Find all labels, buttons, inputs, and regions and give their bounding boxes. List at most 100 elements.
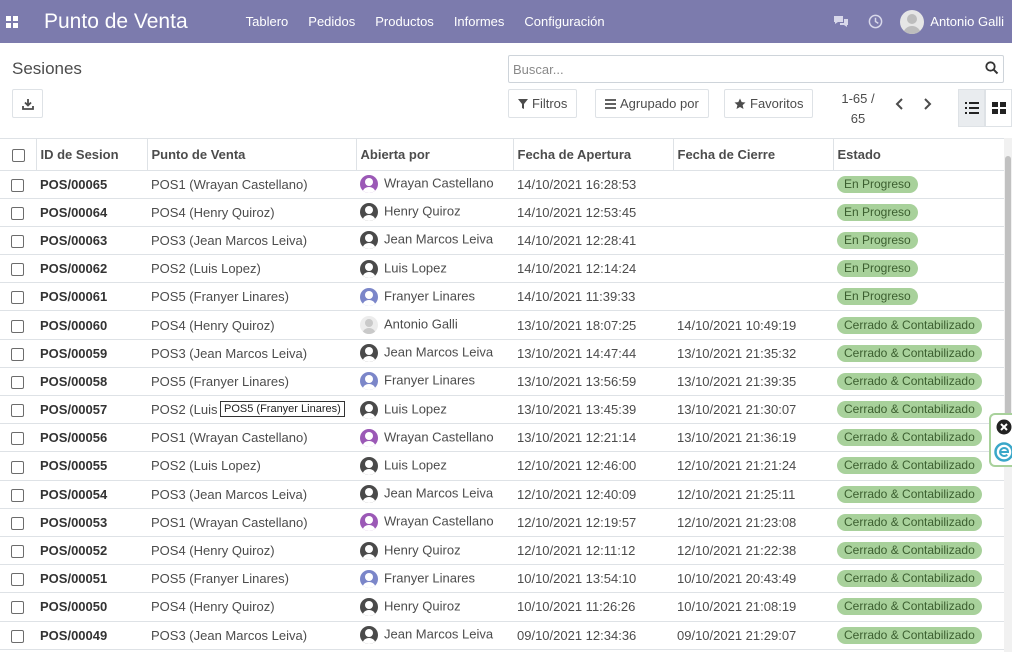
- opened-by-name: Franyer Linares: [384, 372, 476, 388]
- session-id: POS/00058: [36, 367, 147, 397]
- row-checkbox[interactable]: [11, 460, 24, 474]
- side-widget: [989, 413, 1012, 467]
- row-select-cell: [0, 226, 36, 256]
- column-header-pos[interactable]: Punto de Venta: [147, 139, 357, 171]
- point-of-sale: POS3 (Jean Marcos Leiva): [147, 339, 356, 368]
- menu-item-configuracion[interactable]: Configuración: [514, 0, 614, 43]
- row-checkbox[interactable]: [11, 404, 24, 418]
- table-row[interactable]: POS/00049 POS3 (Jean Marcos Leiva) Jean Ma…: [0, 621, 1004, 650]
- session-id: POS/00053: [36, 508, 147, 537]
- row-select-cell: [0, 536, 36, 566]
- close-date: [673, 170, 833, 199]
- row-checkbox[interactable]: [11, 347, 24, 361]
- row-select-cell: [0, 451, 36, 481]
- open-date: 13/10/2021 13:56:59: [513, 367, 673, 397]
- filters-label: Filtros: [532, 96, 568, 111]
- menu-item-tablero[interactable]: Tablero: [236, 0, 299, 43]
- row-checkbox[interactable]: [11, 601, 24, 615]
- row-checkbox[interactable]: [11, 375, 24, 389]
- table-row[interactable]: POS/00063 POS3 (Jean Marcos Leiva) Jean Ma…: [0, 226, 1004, 256]
- export-button[interactable]: [12, 89, 43, 118]
- table-row[interactable]: POS/00050 POS4 (Henry Quiroz) Henry Quiroz…: [0, 592, 1004, 622]
- open-date: 12/10/2021 12:40:09: [513, 480, 673, 509]
- apps-menu-icon[interactable]: [0, 0, 24, 43]
- row-checkbox[interactable]: [11, 263, 24, 277]
- filters-button[interactable]: Filtros: [508, 89, 578, 118]
- column-header-close-date[interactable]: Fecha de Cierre: [673, 139, 834, 171]
- group-by-label: Agrupado por: [620, 96, 699, 111]
- scrollbar-thumb[interactable]: [1005, 156, 1011, 426]
- clock-icon[interactable]: [858, 14, 892, 29]
- column-header-id[interactable]: ID de Sesion: [36, 139, 148, 171]
- pager-next-icon[interactable]: [922, 97, 932, 114]
- table-row[interactable]: POS/00065 POS1 (Wrayan Castellano) Wrayan …: [0, 170, 1004, 199]
- avatar: [360, 400, 378, 419]
- pager-range[interactable]: 1-65 /: [838, 89, 878, 109]
- star-icon: [734, 98, 746, 109]
- status-badge: En Progreso: [837, 288, 918, 306]
- favorites-button[interactable]: Favoritos: [724, 89, 814, 118]
- table-row[interactable]: POS/00064 POS4 (Henry Quiroz) Henry Quiroz…: [0, 198, 1004, 227]
- row-select-cell: [0, 198, 36, 227]
- row-checkbox[interactable]: [11, 488, 24, 502]
- point-of-sale: POS1 (Wrayan Castellano): [147, 423, 356, 453]
- table-row[interactable]: POS/00056 POS1 (Wrayan Castellano) Wrayan …: [0, 423, 1004, 453]
- kanban-view-button[interactable]: [985, 89, 1012, 127]
- row-checkbox[interactable]: [11, 629, 24, 643]
- table-row[interactable]: POS/00053 POS1 (Wrayan Castellano) Wrayan …: [0, 508, 1004, 537]
- search-input[interactable]: [513, 56, 973, 82]
- row-checkbox[interactable]: [11, 291, 24, 305]
- opened-by-name: Luis Lopez: [384, 457, 447, 473]
- row-checkbox[interactable]: [11, 178, 24, 192]
- column-header-state[interactable]: Estado: [833, 139, 1004, 171]
- point-of-sale: POS5 (Franyer Linares): [147, 282, 356, 312]
- row-checkbox[interactable]: [11, 319, 24, 333]
- row-checkbox[interactable]: [11, 545, 24, 559]
- open-date: 13/10/2021 18:07:25: [513, 310, 673, 340]
- table-row[interactable]: POS/00059 POS3 (Jean Marcos Leiva) Jean Ma…: [0, 339, 1004, 368]
- point-of-sale: POS1 (Wrayan Castellano): [147, 170, 356, 199]
- opened-by-name: Jean Marcos Leiva: [384, 626, 494, 642]
- table-scrollbar[interactable]: [1004, 138, 1012, 652]
- table-header-row: ID de Sesion Punto de Venta Abierta por …: [0, 139, 1004, 171]
- pager-value[interactable]: 1-65 / 65: [838, 89, 878, 129]
- table-row[interactable]: POS/00058 POS5 (Franyer Linares) Franyer L…: [0, 367, 1004, 397]
- row-checkbox[interactable]: [11, 573, 24, 587]
- search-icon[interactable]: [985, 61, 999, 78]
- opened-by: Henry Quiroz: [356, 592, 513, 622]
- table-row[interactable]: POS/00052 POS4 (Henry Quiroz) Henry Quiroz…: [0, 536, 1004, 566]
- table-row[interactable]: POS/00062 POS2 (Luis Lopez) Luis Lopez 14/1…: [0, 254, 1004, 284]
- column-header-open-date[interactable]: Fecha de Apertura: [513, 139, 674, 171]
- menu-item-informes[interactable]: Informes: [444, 0, 515, 43]
- row-checkbox[interactable]: [11, 235, 24, 248]
- table-row[interactable]: POS/00055 POS2 (Luis Lopez) Luis Lopez 12/1…: [0, 451, 1004, 481]
- filter-icon: [518, 98, 528, 109]
- table-row[interactable]: POS/00051 POS5 (Franyer Linares) Franyer L…: [0, 564, 1004, 594]
- row-checkbox[interactable]: [11, 432, 24, 446]
- table-row[interactable]: POS/00061 POS5 (Franyer Linares) Franyer L…: [0, 282, 1004, 312]
- user-menu[interactable]: Antonio Galli: [900, 9, 1004, 34]
- row-checkbox[interactable]: [11, 516, 24, 530]
- opened-by: Luis Lopez: [356, 451, 513, 481]
- row-select-cell: [0, 423, 36, 453]
- top-navbar: Punto de Venta Tablero Pedidos Productos…: [0, 0, 1012, 43]
- menu-item-pedidos[interactable]: Pedidos: [298, 0, 365, 43]
- table-row[interactable]: POS/00057 POS2 (Luis Luis Lopez 13/10/2021 …: [0, 395, 1004, 425]
- navbar-systray: Antonio Galli: [824, 0, 1012, 43]
- select-all-checkbox[interactable]: [12, 148, 25, 162]
- close-date: 12/10/2021 21:23:08: [673, 508, 833, 537]
- table-row[interactable]: POS/00054 POS3 (Jean Marcos Leiva) Jean Ma…: [0, 480, 1004, 509]
- app-brand[interactable]: Punto de Venta: [44, 10, 188, 34]
- e-logo-icon[interactable]: [994, 442, 1012, 462]
- table-row[interactable]: POS/00060 POS4 (Henry Quiroz) Antonio Gall…: [0, 310, 1004, 340]
- close-circle-icon[interactable]: [996, 419, 1012, 435]
- menu-item-productos[interactable]: Productos: [365, 0, 444, 43]
- pager-previous-icon[interactable]: [895, 97, 905, 114]
- session-id: POS/00064: [36, 198, 147, 227]
- opened-by-name: Luis Lopez: [384, 401, 447, 417]
- group-by-button[interactable]: Agrupado por: [595, 89, 709, 118]
- chat-icon[interactable]: [824, 15, 858, 29]
- list-view-button[interactable]: [958, 89, 985, 127]
- column-header-opened-by[interactable]: Abierta por: [356, 139, 514, 171]
- row-checkbox[interactable]: [11, 206, 24, 220]
